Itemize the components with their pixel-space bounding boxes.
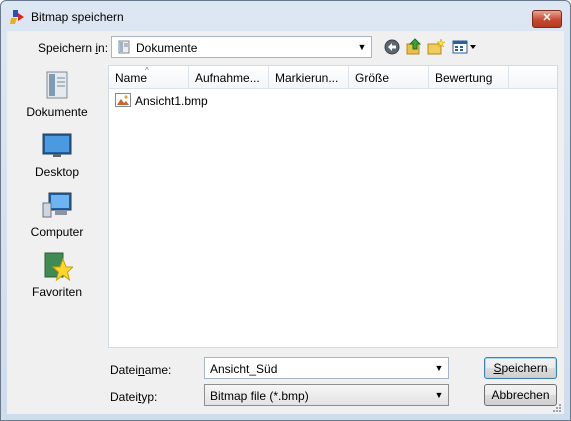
- file-list[interactable]: ^ Name Aufnahme... Markierun... Größe Be…: [108, 65, 558, 348]
- filetype-label: Dateityp:: [110, 390, 158, 404]
- filename-value: Ansicht_Süd: [210, 362, 278, 376]
- column-header-row: ^ Name Aufnahme... Markierun... Größe Be…: [109, 66, 557, 89]
- resize-grip-icon[interactable]: [552, 402, 562, 412]
- app-icon: [9, 8, 27, 26]
- up-folder-icon[interactable]: [405, 38, 423, 56]
- place-favoriten[interactable]: Favoriten: [7, 249, 107, 299]
- close-button[interactable]: ✕: [532, 10, 562, 28]
- cancel-button[interactable]: Abbrechen: [484, 384, 557, 406]
- chevron-down-icon[interactable]: ▼: [353, 37, 371, 57]
- place-label: Dokumente: [26, 105, 88, 119]
- back-icon[interactable]: [383, 38, 401, 56]
- file-name: Ansicht1.bmp: [135, 94, 208, 108]
- column-header-name[interactable]: ^ Name: [109, 66, 189, 88]
- save-button[interactable]: Speichern: [484, 357, 557, 379]
- chevron-down-icon[interactable]: ▼: [430, 358, 448, 378]
- column-header-aufnahme[interactable]: Aufnahme...: [189, 66, 269, 88]
- place-desktop[interactable]: Desktop: [7, 129, 107, 179]
- favorites-icon: [41, 249, 75, 282]
- save-location-value: Dokumente: [136, 41, 198, 55]
- column-header-groesse[interactable]: Größe: [349, 66, 429, 88]
- save-in-label: Speichern in:: [38, 41, 109, 55]
- filetype-dropdown[interactable]: Bitmap file (*.bmp) ▼: [204, 384, 449, 406]
- place-label: Favoriten: [31, 285, 83, 299]
- column-header-bewertung[interactable]: Bewertung: [429, 66, 509, 88]
- sort-ascending-icon: ^: [145, 66, 149, 75]
- title-bar[interactable]: Bitmap speichern ✕: [1, 1, 570, 31]
- bmp-file-icon: [115, 93, 131, 107]
- new-folder-icon[interactable]: [427, 38, 446, 56]
- window-title: Bitmap speichern: [31, 10, 124, 24]
- dialog-client-area: Speichern in: Dokumente ▼ Dokumente Desk…: [7, 31, 564, 414]
- save-location-dropdown[interactable]: Dokumente ▼: [111, 36, 372, 58]
- place-label: Computer: [30, 225, 84, 239]
- places-bar: Dokumente Desktop Computer Favoriten: [7, 65, 107, 348]
- filename-input[interactable]: Ansicht_Süd ▼: [204, 357, 449, 379]
- place-computer[interactable]: Computer: [7, 189, 107, 239]
- filetype-value: Bitmap file (*.bmp): [210, 389, 309, 403]
- chevron-down-icon[interactable]: ▼: [430, 385, 448, 405]
- place-label: Desktop: [34, 165, 80, 179]
- filename-label: Dateiname:: [110, 363, 172, 377]
- views-menu-icon[interactable]: [451, 38, 477, 56]
- column-header-markierung[interactable]: Markierun...: [269, 66, 349, 88]
- computer-icon: [41, 189, 73, 221]
- save-dialog-window: Bitmap speichern ✕ Speichern in: Dokumen…: [0, 0, 571, 421]
- desktop-icon: [41, 129, 73, 161]
- close-icon: ✕: [542, 12, 552, 24]
- place-dokumente[interactable]: Dokumente: [7, 69, 107, 119]
- documents-icon: [41, 69, 73, 101]
- documents-folder-icon: [117, 40, 131, 54]
